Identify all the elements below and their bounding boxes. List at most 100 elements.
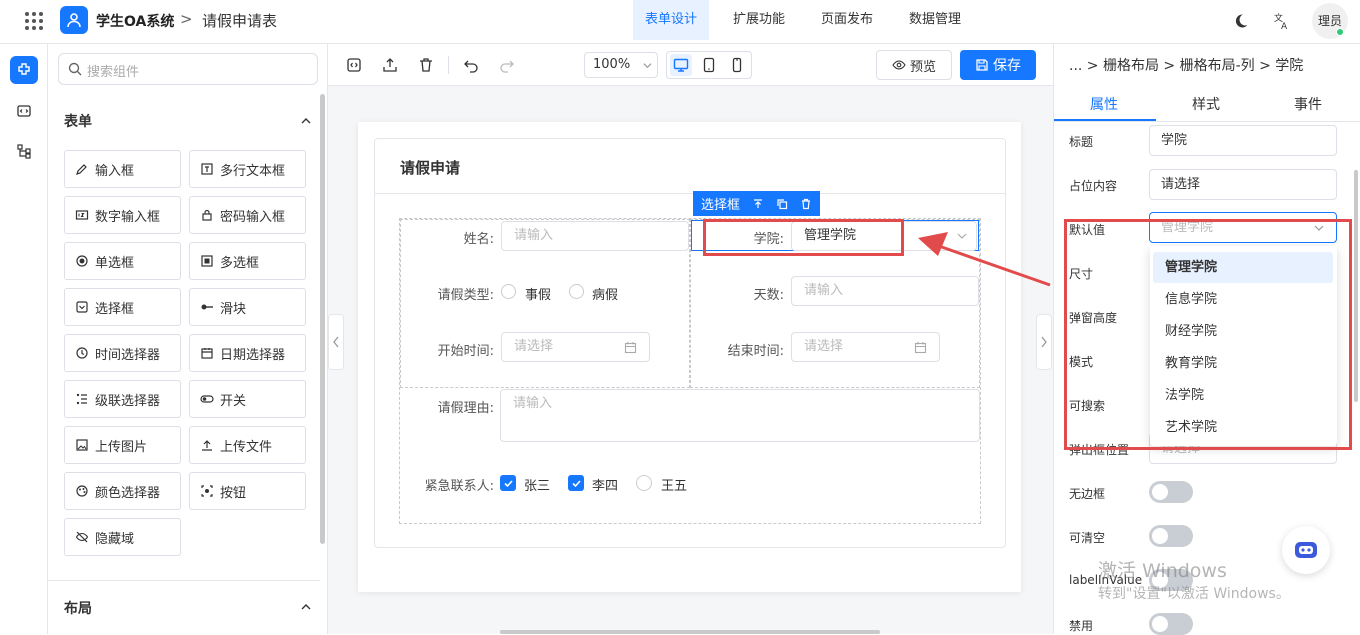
radio-sick-leave[interactable] — [569, 284, 584, 299]
prop-clearable-label: 可清空 — [1069, 531, 1106, 545]
component-switch[interactable]: 开关 — [189, 380, 306, 418]
calendar-icon — [624, 342, 637, 354]
radio-icon — [76, 255, 88, 267]
eye-off-icon — [75, 531, 89, 543]
tab-properties[interactable]: 属性 — [1090, 94, 1118, 114]
component-textarea[interactable]: 多行文本框 — [189, 150, 306, 188]
assistant-bot-button[interactable] — [1282, 526, 1330, 574]
nav-page-publish[interactable]: 页面发布 — [809, 0, 885, 40]
switch-icon — [200, 395, 214, 403]
nav-form-design[interactable]: 表单设计 — [633, 0, 710, 40]
cascader-icon — [76, 393, 87, 405]
palette-icon — [76, 485, 88, 497]
annotation-arrow — [918, 232, 1051, 287]
move-up-icon[interactable] — [752, 198, 764, 210]
radio-personal-leave-label: 事假 — [525, 288, 552, 303]
component-date-picker[interactable]: 日期选择器 — [189, 334, 306, 372]
nav-data-management[interactable]: 数据管理 — [897, 0, 973, 40]
nav-extensions[interactable]: 扩展功能 — [721, 0, 797, 40]
mobile-view-button[interactable] — [726, 54, 748, 76]
components-rail-button[interactable] — [10, 56, 38, 84]
end-time-label: 结束时间: — [727, 344, 784, 359]
logo-icon — [60, 6, 88, 34]
reason-textarea[interactable]: 请输入 — [500, 389, 980, 442]
export-icon[interactable] — [381, 56, 399, 74]
search-placeholder: 搜索组件 — [87, 65, 140, 80]
code-rail-button[interactable] — [10, 97, 38, 125]
prop-disabled-label: 禁用 — [1069, 619, 1094, 633]
chevron-up-icon[interactable] — [300, 601, 312, 613]
component-input[interactable]: 输入框 — [64, 150, 181, 188]
clock-icon — [76, 347, 88, 359]
property-breadcrumb: ... > 栅格布局 > 栅格布局-列 > 学院 — [1069, 58, 1304, 74]
undo-icon[interactable] — [462, 56, 480, 74]
radio-personal-leave[interactable] — [501, 284, 516, 299]
zoom-select[interactable]: 100% — [584, 52, 658, 78]
collapse-left-panel-button[interactable] — [328, 314, 344, 370]
page-title: 请假申请表 — [202, 12, 278, 30]
breadcrumb-separator: > — [180, 10, 193, 28]
svg-text:A: A — [1281, 22, 1288, 30]
prop-borderless-switch[interactable] — [1149, 481, 1193, 503]
translate-icon[interactable]: 文A — [1272, 11, 1292, 31]
online-status-dot — [1336, 28, 1344, 36]
dark-mode-icon[interactable] — [1231, 11, 1251, 31]
trash-icon[interactable] — [800, 198, 812, 210]
component-checkbox[interactable]: 多选框 — [189, 242, 306, 280]
component-cascader[interactable]: 级联选择器 — [64, 380, 181, 418]
section-divider — [48, 580, 320, 581]
component-file-upload[interactable]: 上传文件 — [189, 426, 306, 464]
tablet-icon — [703, 57, 715, 73]
prop-clearable-switch[interactable] — [1149, 525, 1193, 547]
form-title-divider — [375, 193, 1005, 194]
delete-icon[interactable] — [417, 56, 435, 74]
component-color-picker[interactable]: 颜色选择器 — [64, 472, 181, 510]
copy-icon[interactable] — [776, 198, 788, 210]
select-icon — [76, 301, 88, 313]
days-label: 天数: — [753, 288, 784, 303]
component-radio[interactable]: 单选框 — [64, 242, 181, 280]
selected-component-tag: 选择框 — [693, 191, 821, 216]
form-section-title: 表单 — [64, 114, 92, 130]
leave-type-label: 请假类型: — [437, 288, 494, 303]
component-password-input[interactable]: 密码输入框 — [189, 196, 306, 234]
prop-title-input[interactable]: 学院 — [1149, 125, 1337, 156]
chevron-up-icon[interactable] — [300, 115, 312, 127]
search-icon — [68, 62, 82, 76]
calendar-icon — [201, 348, 213, 359]
preview-button[interactable]: 预览 — [876, 50, 952, 80]
component-slider[interactable]: 滑块 — [189, 288, 306, 326]
checkbox-wangwu[interactable] — [636, 475, 652, 491]
component-search-input[interactable]: 搜索组件 — [58, 53, 318, 85]
active-tab-indicator — [1054, 119, 1156, 121]
component-time-picker[interactable]: 时间选择器 — [64, 334, 181, 372]
code-view-icon[interactable] — [345, 56, 363, 74]
lock-icon — [202, 209, 212, 221]
checkbox-icon — [201, 255, 213, 267]
component-number-input[interactable]: 数字输入框 — [64, 196, 181, 234]
apps-grid-icon[interactable] — [24, 11, 44, 31]
tablet-view-button[interactable] — [698, 54, 720, 76]
canvas-horizontal-scrollbar[interactable] — [500, 630, 880, 634]
collapse-right-panel-button[interactable] — [1036, 314, 1052, 370]
prop-placeholder-input[interactable]: 请选择 — [1149, 169, 1337, 200]
checkbox-lisi[interactable] — [568, 475, 584, 491]
save-button[interactable]: 保存 — [960, 50, 1036, 80]
component-button[interactable]: 按钮 — [189, 472, 306, 510]
component-hidden-field[interactable]: 隐藏域 — [64, 518, 181, 556]
checkbox-zhangsan[interactable] — [500, 475, 516, 491]
left-rail — [0, 44, 48, 634]
chevron-down-icon — [643, 63, 652, 69]
property-panel-scrollbar[interactable] — [1354, 170, 1358, 402]
component-image-upload[interactable]: 上传图片 — [64, 426, 181, 464]
tab-styles[interactable]: 样式 — [1192, 94, 1220, 114]
prop-disabled-switch[interactable] — [1149, 613, 1193, 635]
tab-events[interactable]: 事件 — [1294, 94, 1322, 114]
structure-tree-rail-button[interactable] — [10, 137, 38, 165]
redo-icon[interactable] — [498, 56, 516, 74]
component-select[interactable]: 选择框 — [64, 288, 181, 326]
name-input[interactable]: 请输入 — [501, 221, 689, 251]
button-icon — [201, 485, 213, 497]
desktop-view-button[interactable] — [670, 54, 692, 76]
component-panel-scrollbar[interactable] — [320, 94, 325, 544]
